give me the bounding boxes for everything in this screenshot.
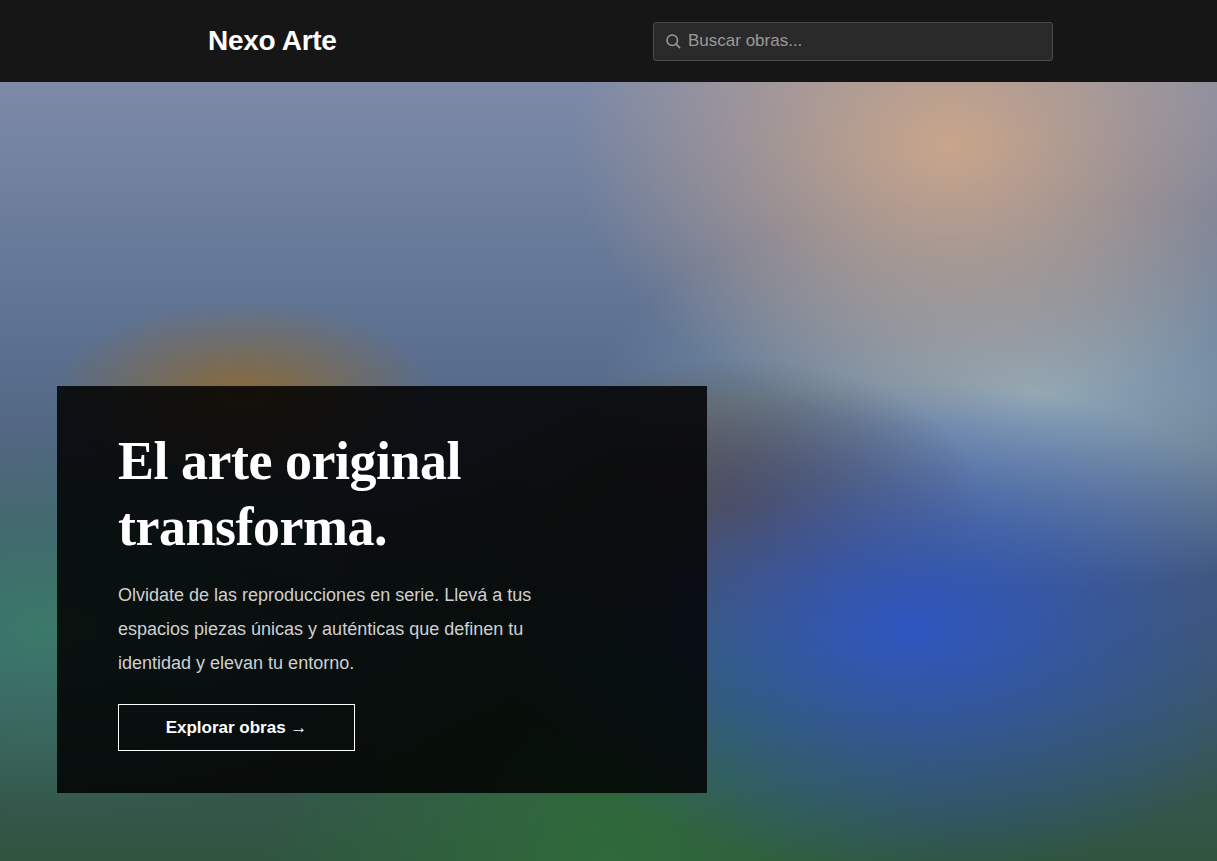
hero-title: El arte original transforma. (118, 428, 548, 560)
search-box[interactable] (653, 22, 1053, 61)
brand-logo[interactable]: Nexo Arte (208, 27, 337, 55)
site-header: Nexo Arte (0, 0, 1217, 82)
hero-card: El arte original transforma. Olvidate de… (57, 386, 707, 793)
hero: El arte original transforma. Olvidate de… (0, 82, 1217, 861)
search-icon (664, 32, 682, 50)
hero-description: Olvidate de las reproducciones en serie.… (118, 578, 598, 680)
search-input[interactable] (688, 28, 1042, 54)
explore-button[interactable]: Explorar obras → (118, 704, 355, 751)
